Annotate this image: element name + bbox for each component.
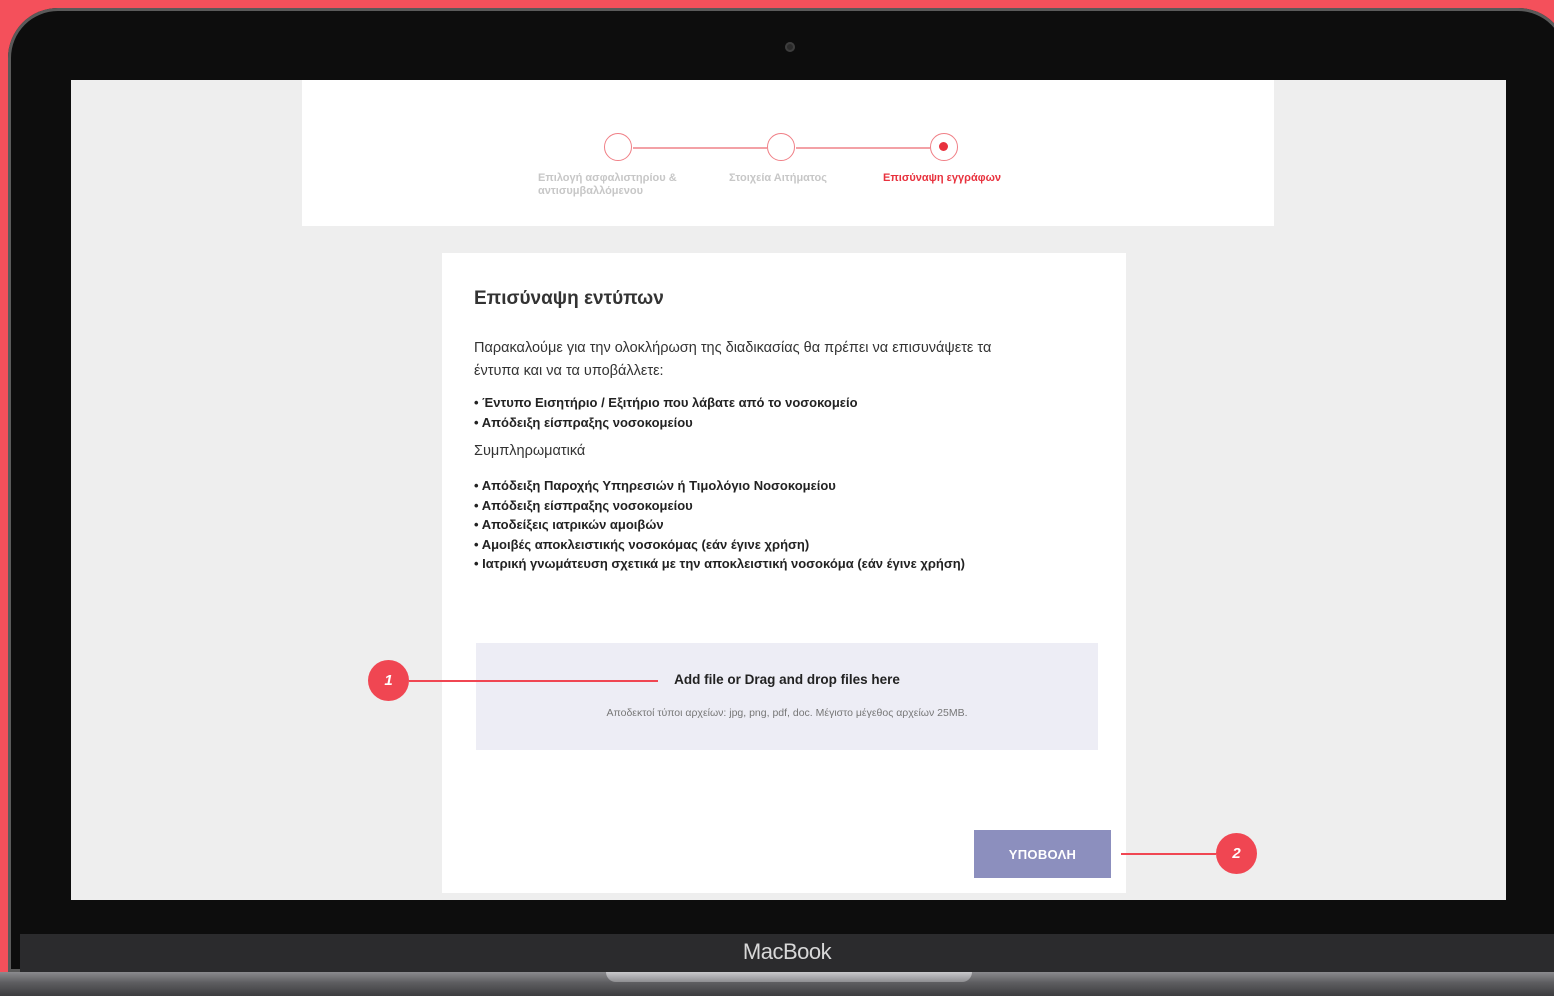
active-step-dot (939, 142, 948, 151)
list-item: Απόδειξη είσπραξης νοσοκομείου (474, 496, 965, 516)
dropzone-hint: Αποδεκτοί τύποι αρχείων: jpg, png, pdf, … (606, 707, 968, 719)
stepper: Επιλογή ασφαλιστηρίου & αντισυμβαλλόμενο… (302, 80, 1274, 226)
submit-button[interactable]: ΥΠΟΒΟΛΗ (974, 830, 1111, 878)
step-connector-1 (633, 147, 767, 149)
list-item: Αποδείξεις ιατρικών αμοιβών (474, 515, 965, 535)
laptop-notch (606, 972, 972, 982)
list-item: Απόδειξη είσπραξης νοσοκομείου (474, 413, 858, 433)
file-dropzone[interactable]: Add file or Drag and drop files here Απο… (476, 643, 1098, 750)
step-2-circle[interactable] (767, 133, 795, 161)
extra-docs-list: Απόδειξη Παροχής Υπηρεσιών ή Τιμολόγιο Ν… (474, 476, 965, 574)
list-item: Αμοιβές αποκλειστικής νοσοκόμας (εάν έγι… (474, 535, 965, 555)
callout-2-line (1121, 853, 1216, 855)
page-title: Επισύναψη εντύπων (474, 288, 664, 309)
extra-docs-heading: Συμπληρωματικά (474, 443, 586, 459)
screen: Επιλογή ασφαλιστηρίου & αντισυμβαλλόμενο… (71, 80, 1506, 900)
callout-1: 1 (368, 660, 409, 701)
step-connector-2 (796, 147, 930, 149)
list-item: Απόδειξη Παροχής Υπηρεσιών ή Τιμολόγιο Ν… (474, 476, 965, 496)
list-item: Ιατρική γνωμάτευση σχετικά με την αποκλε… (474, 554, 965, 574)
step-3-label: Επισύναψη εγγράφων (883, 172, 1001, 184)
attachment-card: Επισύναψη εντύπων Παρακαλούμε για την ολ… (442, 253, 1126, 893)
step-3-circle[interactable] (930, 133, 958, 161)
required-docs-list: Έντυπο Εισητήριο / Εξιτήριο που λάβατε α… (474, 393, 858, 432)
step-2-label: Στοιχεία Αιτήματος (729, 172, 827, 184)
list-item: Έντυπο Εισητήριο / Εξιτήριο που λάβατε α… (474, 393, 857, 413)
step-1-label: Επιλογή ασφαλιστηρίου & αντισυμβαλλόμενο… (538, 172, 677, 197)
intro-text: Παρακαλούμε για την ολοκλήρωση της διαδι… (474, 340, 992, 379)
camera-icon (785, 42, 795, 52)
callout-1-line (409, 680, 658, 682)
step-1-circle[interactable] (604, 133, 632, 161)
callout-2: 2 (1216, 833, 1257, 874)
device-label: MacBook (742, 939, 832, 964)
